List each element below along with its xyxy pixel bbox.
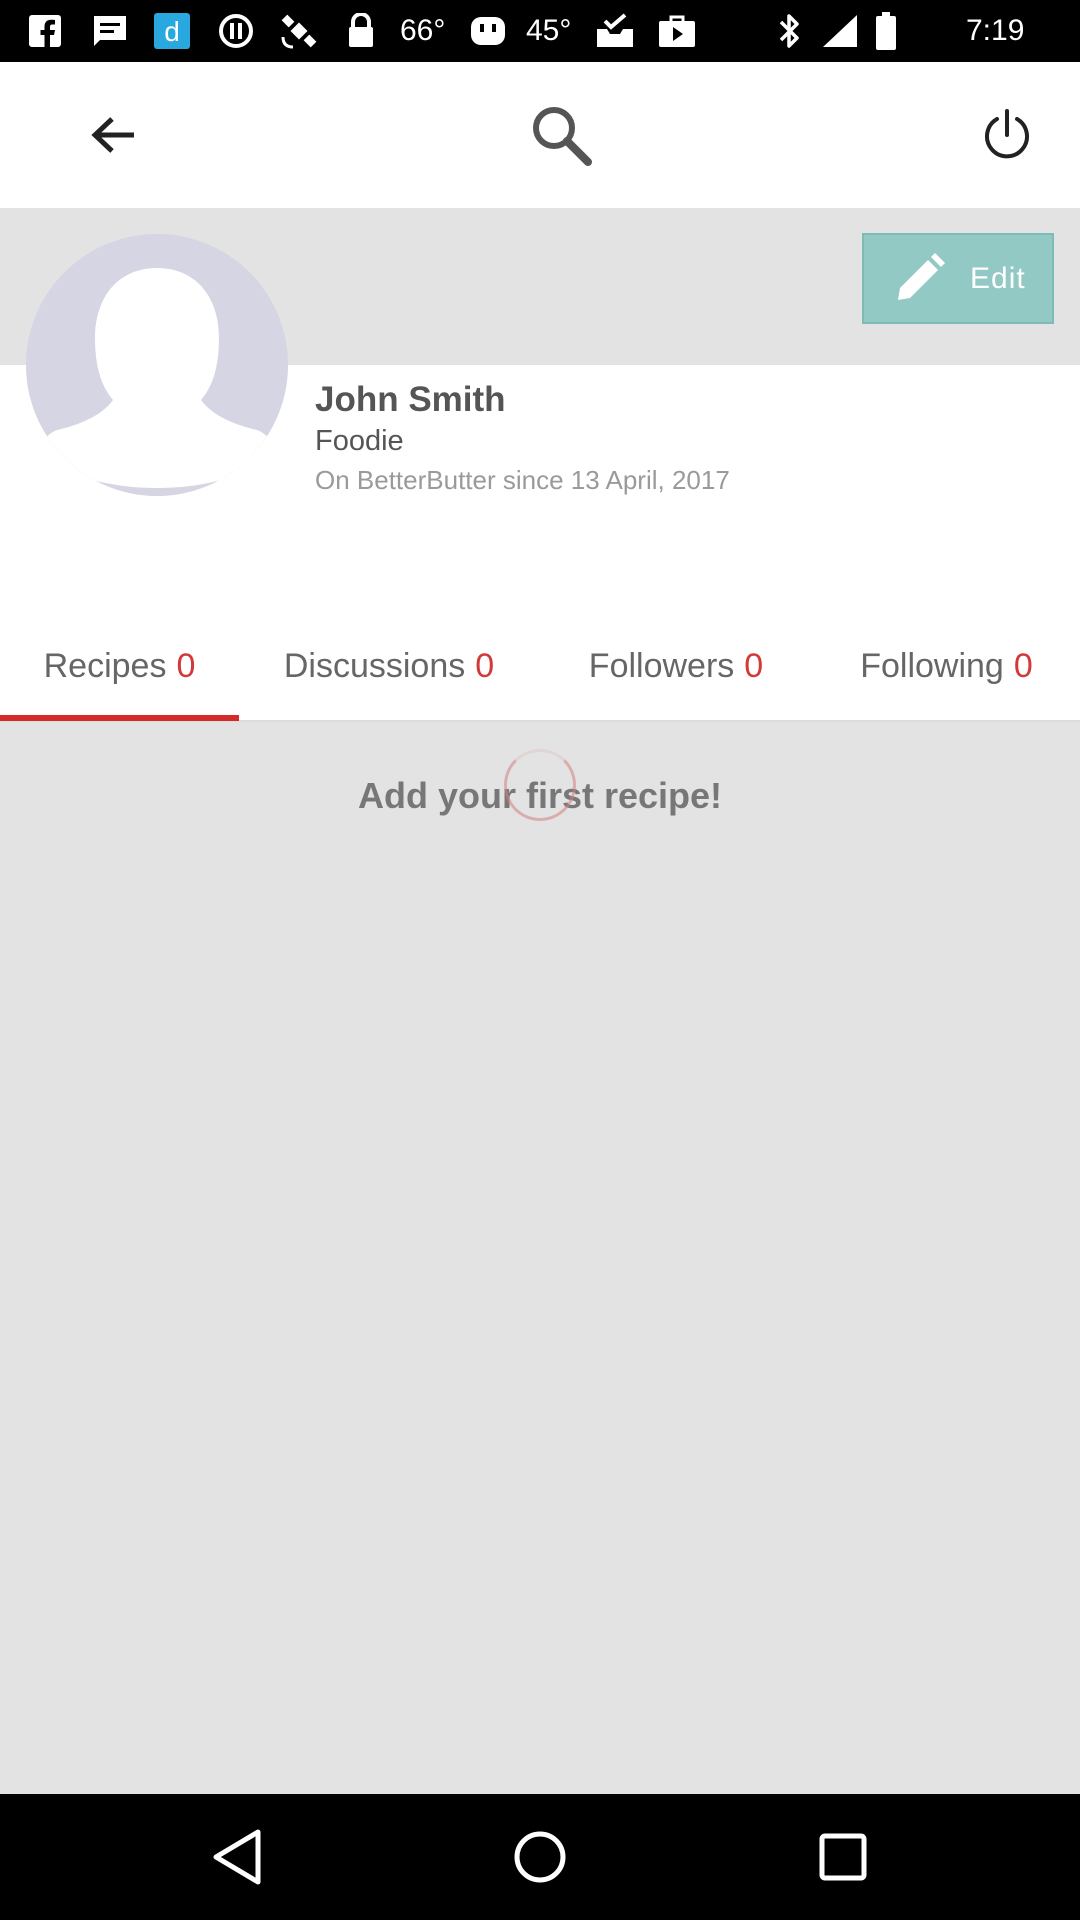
tab-recipes[interactable]: Recipes 0 <box>0 610 239 722</box>
temperature-2: 45° <box>526 14 572 47</box>
facebook-icon <box>26 12 64 50</box>
nav-back-button[interactable] <box>194 1814 280 1900</box>
battery-icon <box>874 12 898 50</box>
avatar[interactable] <box>26 234 288 496</box>
temperature-1: 66° <box>400 14 446 47</box>
member-since: On BetterButter since 13 April, 2017 <box>315 465 730 495</box>
search-button[interactable] <box>518 92 604 178</box>
tab-label: Recipes <box>43 646 167 685</box>
nav-recents-button[interactable] <box>800 1814 886 1900</box>
app-face-icon <box>468 12 508 50</box>
toolbar <box>0 62 1080 208</box>
tab-following[interactable]: Following 0 <box>813 610 1080 722</box>
loading-spinner <box>504 749 576 821</box>
bluetooth-icon <box>772 12 808 50</box>
data-saver-icon <box>216 12 256 50</box>
tab-discussions[interactable]: Discussions 0 <box>239 610 539 722</box>
edit-profile-button[interactable]: Edit <box>862 233 1054 324</box>
triangle-back-icon <box>213 1829 261 1885</box>
pencil-icon <box>898 252 945 300</box>
status-bar: d 66° 45° 7:19 <box>0 0 1080 62</box>
square-recents-icon <box>819 1833 867 1881</box>
active-tab-indicator <box>0 715 239 721</box>
tab-count: 0 <box>475 646 495 685</box>
arrow-back-icon <box>91 117 134 153</box>
play-store-icon <box>656 12 698 50</box>
lock-icon <box>344 12 378 50</box>
svg-text:d: d <box>164 16 180 47</box>
profile-name: John Smith <box>315 380 506 419</box>
wifi-signal-icon <box>820 12 860 50</box>
profile-role: Foodie <box>315 425 404 457</box>
satellite-icon <box>276 12 322 50</box>
clock: 7:19 <box>966 14 1025 47</box>
power-icon <box>985 109 1029 159</box>
tab-followers[interactable]: Followers 0 <box>539 610 813 722</box>
tab-label: Discussions <box>283 646 466 685</box>
circle-home-icon <box>514 1831 566 1883</box>
message-icon <box>90 12 130 50</box>
search-icon <box>533 107 592 166</box>
tab-count: 0 <box>1013 646 1033 685</box>
profile-tabs: Recipes 0 Discussions 0 Followers 0 Followi… <box>0 610 1080 722</box>
user-silhouette-icon <box>26 234 288 496</box>
edit-label: Edit <box>970 261 1026 295</box>
back-button[interactable] <box>70 92 156 178</box>
inbox-check-icon <box>594 12 636 50</box>
tab-label: Followers <box>588 646 735 685</box>
logout-button[interactable] <box>964 92 1050 178</box>
recipes-content <box>0 722 1080 1794</box>
nav-home-button[interactable] <box>497 1814 583 1900</box>
app-d-icon: d <box>152 12 192 50</box>
tab-count: 0 <box>176 646 196 685</box>
navigation-bar <box>0 1794 1080 1920</box>
tab-label: Following <box>860 646 1004 685</box>
tab-count: 0 <box>744 646 764 685</box>
